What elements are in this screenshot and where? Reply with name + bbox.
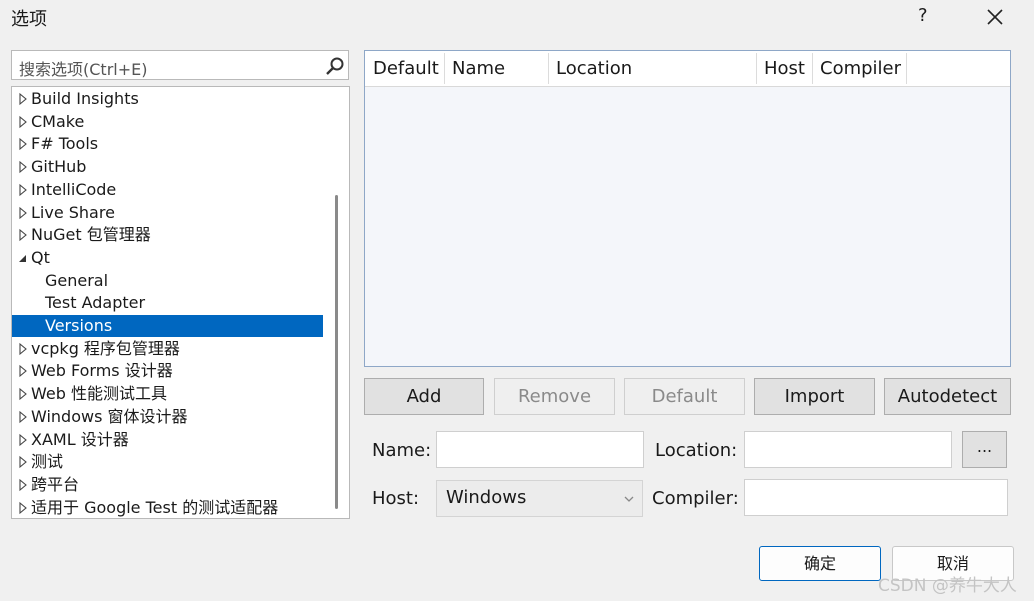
tree-item[interactable]: F# Tools bbox=[12, 133, 323, 155]
tree-item[interactable]: Web Forms 设计器 bbox=[12, 360, 323, 382]
grid-header: Default Name Location Host Compiler bbox=[365, 51, 1010, 87]
tree-item-label: Build Insights bbox=[31, 89, 139, 108]
tree-item[interactable]: Windows 窗体设计器 bbox=[12, 406, 323, 428]
tree-item[interactable]: 跨平台 bbox=[12, 474, 323, 496]
autodetect-button[interactable]: Autodetect bbox=[884, 378, 1011, 415]
search-icon[interactable] bbox=[325, 56, 345, 76]
import-button[interactable]: Import bbox=[754, 378, 875, 415]
search-placeholder: 搜索选项(Ctrl+E) bbox=[19, 60, 148, 79]
ok-button[interactable]: 确定 bbox=[759, 546, 881, 581]
compiler-field[interactable] bbox=[744, 479, 1008, 516]
column-header-location[interactable]: Location bbox=[548, 51, 756, 86]
tree-item-label: Live Share bbox=[31, 202, 115, 222]
collapsed-arrow-icon[interactable] bbox=[18, 429, 28, 451]
default-button[interactable]: Default bbox=[624, 378, 745, 415]
tree-item[interactable]: XAML 设计器 bbox=[12, 429, 323, 451]
versions-grid[interactable]: Default Name Location Host Compiler bbox=[364, 50, 1011, 367]
column-divider[interactable] bbox=[906, 53, 907, 84]
tree-item[interactable]: NuGet 包管理器 bbox=[12, 224, 323, 246]
collapsed-arrow-icon[interactable] bbox=[18, 202, 28, 224]
tree-item-label: NuGet 包管理器 bbox=[31, 225, 151, 245]
tree-item-label: Windows 窗体设计器 bbox=[31, 406, 188, 426]
collapsed-arrow-icon[interactable] bbox=[18, 179, 28, 201]
tree-item-label: vcpkg 程序包管理器 bbox=[31, 338, 180, 358]
tree-item[interactable]: CMake bbox=[12, 111, 323, 133]
window-title: 选项 bbox=[11, 9, 47, 30]
title-bar: 选项 ? bbox=[0, 0, 1034, 34]
tree-item[interactable]: 测试 bbox=[12, 451, 323, 473]
tree-item-label: 测试 bbox=[31, 452, 64, 472]
column-header-name[interactable]: Name bbox=[444, 51, 548, 86]
tree-item[interactable]: Live Share bbox=[12, 202, 323, 224]
tree-item[interactable]: IntelliCode bbox=[12, 179, 323, 201]
tree-item-label: GitHub bbox=[31, 157, 87, 177]
column-header-host[interactable]: Host bbox=[756, 51, 812, 86]
collapsed-arrow-icon[interactable] bbox=[18, 474, 28, 496]
search-input[interactable]: 搜索选项(Ctrl+E) bbox=[11, 50, 349, 80]
tree-item-label: Web 性能测试工具 bbox=[31, 384, 167, 404]
tree-item-label: Qt bbox=[31, 247, 50, 267]
tree-item-label: CMake bbox=[31, 111, 85, 131]
collapsed-arrow-icon[interactable] bbox=[18, 406, 28, 428]
tree-item-label: XAML 设计器 bbox=[31, 429, 129, 449]
tree-item-label: General bbox=[45, 270, 109, 290]
collapsed-arrow-icon[interactable] bbox=[18, 360, 28, 382]
host-label: Host: bbox=[372, 488, 420, 509]
tree-item-label: IntelliCode bbox=[31, 179, 117, 199]
tree-item-label: Versions bbox=[45, 316, 113, 335]
tree-scrollbar[interactable] bbox=[335, 195, 338, 509]
location-field[interactable] bbox=[744, 431, 952, 468]
tree-item[interactable]: 适用于 Google Test 的测试适配器 bbox=[12, 497, 323, 519]
tree-item[interactable]: Web 性能测试工具 bbox=[12, 383, 323, 405]
host-select[interactable]: Windows bbox=[436, 480, 643, 517]
tree-item-label: Test Adapter bbox=[45, 293, 146, 313]
tree-item[interactable]: GitHub bbox=[12, 156, 323, 178]
collapsed-arrow-icon[interactable] bbox=[18, 497, 28, 519]
collapsed-arrow-icon[interactable] bbox=[18, 451, 28, 473]
chevron-down-icon bbox=[624, 496, 634, 502]
column-header-compiler[interactable]: Compiler bbox=[812, 51, 906, 86]
tree-item-label: 跨平台 bbox=[31, 474, 80, 494]
tree-item[interactable]: Build Insights bbox=[12, 88, 323, 110]
expanded-arrow-icon[interactable] bbox=[18, 247, 28, 269]
name-field[interactable] bbox=[436, 431, 644, 468]
tree-item-label: 适用于 Google Test 的测试适配器 bbox=[31, 497, 279, 517]
browse-button[interactable]: ... bbox=[962, 431, 1007, 468]
collapsed-arrow-icon[interactable] bbox=[18, 338, 28, 360]
location-label: Location: bbox=[655, 440, 738, 461]
close-icon[interactable] bbox=[984, 6, 1006, 28]
help-button[interactable]: ? bbox=[918, 5, 928, 26]
collapsed-arrow-icon[interactable] bbox=[18, 156, 28, 178]
collapsed-arrow-icon[interactable] bbox=[18, 88, 28, 110]
column-header-default[interactable]: Default bbox=[365, 51, 444, 86]
tree-item[interactable]: Qt bbox=[12, 247, 323, 269]
tree-item[interactable]: vcpkg 程序包管理器 bbox=[12, 338, 323, 360]
collapsed-arrow-icon[interactable] bbox=[18, 133, 28, 155]
options-tree[interactable]: Build Insights CMake F# Tools GitHub Intelli… bbox=[11, 86, 350, 519]
host-select-value: Windows bbox=[446, 487, 527, 508]
tree-item[interactable]: Test Adapter bbox=[12, 292, 323, 314]
tree-item[interactable]: General bbox=[12, 270, 323, 292]
compiler-label: Compiler: bbox=[652, 488, 739, 509]
add-button[interactable]: Add bbox=[364, 378, 484, 415]
tree-item-label: Web Forms 设计器 bbox=[31, 361, 173, 381]
collapsed-arrow-icon[interactable] bbox=[18, 111, 28, 133]
name-label: Name: bbox=[372, 440, 432, 461]
tree-item[interactable]: Versions bbox=[12, 315, 323, 337]
tree-item-label: F# Tools bbox=[31, 134, 99, 154]
collapsed-arrow-icon[interactable] bbox=[18, 224, 28, 246]
collapsed-arrow-icon[interactable] bbox=[18, 383, 28, 405]
watermark: CSDN @养牛大人 bbox=[878, 576, 1017, 596]
remove-button[interactable]: Remove bbox=[494, 378, 615, 415]
